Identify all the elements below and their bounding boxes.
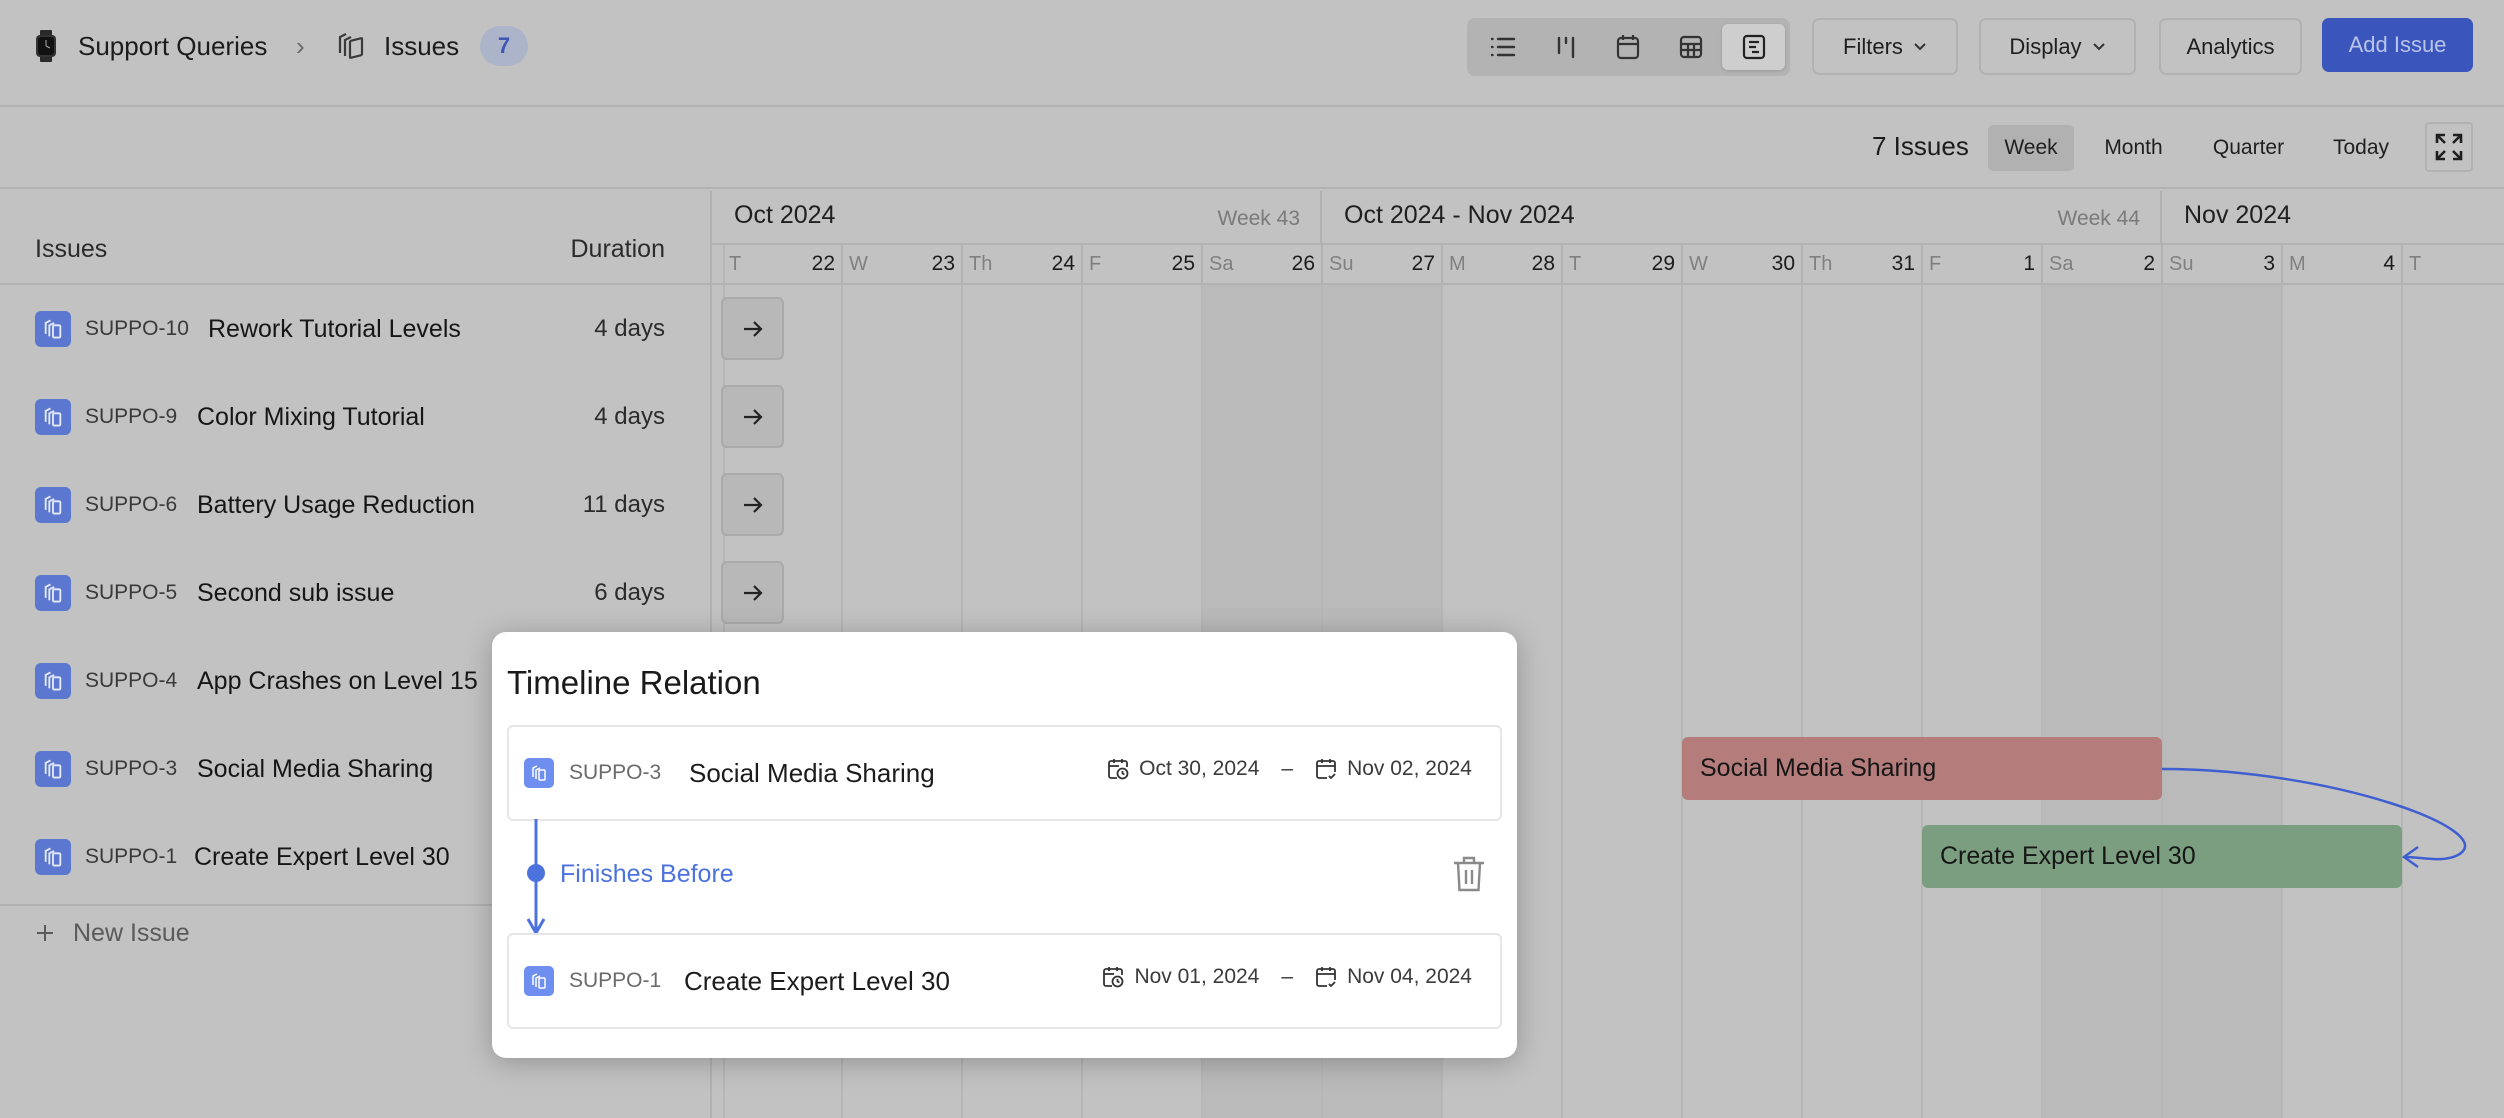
issue-row[interactable]: SUPPO-10 Rework Tutorial Levels 4 days (0, 285, 710, 373)
layout-list-button[interactable] (1472, 24, 1535, 70)
column-header-duration: Duration (570, 235, 666, 263)
source-end-date[interactable]: Nov 02, 2024 (1347, 757, 1472, 781)
chevron-down-icon (2092, 42, 2105, 50)
target-start-date[interactable]: Nov 01, 2024 (1134, 965, 1259, 989)
target-issue-id: SUPPO-1 (569, 969, 662, 992)
issue-id: SUPPO-1 (85, 845, 178, 868)
issue-type-icon (35, 839, 71, 875)
start-date-icon (1103, 967, 1124, 988)
issue-duration: 11 days (582, 491, 665, 518)
issue-list-header: Issues Duration (0, 191, 710, 285)
layout-calendar-button[interactable] (1597, 24, 1660, 70)
issue-id: SUPPO-4 (85, 669, 178, 692)
list-icon (1491, 37, 1516, 57)
issue-type-icon (35, 311, 71, 347)
timeline-toolbar: 7 Issues Week Month Quarter Today (0, 109, 2504, 189)
delete-relation-button[interactable] (1451, 854, 1487, 894)
add-issue-button[interactable]: Add Issue (2322, 18, 2473, 72)
analytics-button[interactable]: Analytics (2159, 18, 2302, 75)
issues-count: 7 Issues (1872, 131, 1969, 161)
gantt-icon (1742, 34, 1765, 60)
end-date-icon (1316, 759, 1336, 780)
issue-id: SUPPO-9 (85, 405, 178, 428)
spreadsheet-icon (1679, 35, 1703, 59)
trash-icon (1454, 856, 1484, 892)
end-date-icon (1316, 967, 1336, 988)
timeline-relation-popup: Timeline Relation SUPPO-3 Social Media S… (492, 632, 1517, 1058)
target-end-date[interactable]: Nov 04, 2024 (1347, 965, 1472, 989)
breadcrumb-issues[interactable]: Issues (336, 27, 459, 65)
issue-type-icon (524, 966, 554, 996)
relation-target-card[interactable]: SUPPO-1 Create Expert Level 30 Nov 01, 2… (507, 933, 1502, 1029)
start-date-icon (1108, 759, 1129, 780)
layout-spreadsheet-button[interactable] (1660, 24, 1723, 70)
range-month-button[interactable]: Month (2086, 125, 2181, 171)
target-dates: Nov 01, 2024 – Nov 04, 2024 (1102, 965, 1472, 989)
issue-title[interactable]: Create Expert Level 30 (194, 843, 450, 872)
issue-title[interactable]: Color Mixing Tutorial (197, 403, 425, 432)
popup-title: Timeline Relation (507, 664, 761, 701)
filters-label: Filters (1843, 33, 1903, 59)
filters-button[interactable]: Filters (1812, 18, 1958, 75)
issue-type-icon (35, 751, 71, 787)
issue-type-icon (35, 663, 71, 699)
issue-id: SUPPO-10 (85, 317, 189, 340)
issue-type-icon (35, 399, 71, 435)
source-start-date[interactable]: Oct 30, 2024 (1139, 757, 1259, 781)
issue-row[interactable]: SUPPO-9 Color Mixing Tutorial 4 days (0, 373, 710, 461)
section-name: Issues (384, 30, 460, 61)
issue-title[interactable]: App Crashes on Level 15 (197, 667, 478, 696)
top-header: Support Queries › Issues 7 Filters Displ… (0, 0, 2504, 107)
issue-row[interactable]: SUPPO-5 Second sub issue 6 days (0, 549, 710, 637)
issue-id: SUPPO-5 (85, 581, 178, 604)
relation-connector-icon (526, 819, 546, 937)
issue-duration: 4 days (594, 315, 665, 342)
display-label: Display (2009, 33, 2082, 59)
range-week-button[interactable]: Week (1988, 125, 2074, 171)
range-quarter-button[interactable]: Quarter (2196, 125, 2301, 171)
plus-icon (37, 925, 53, 941)
project-watch-icon (34, 30, 58, 62)
issue-type-icon (524, 758, 554, 788)
source-issue-id: SUPPO-3 (569, 761, 662, 784)
issue-type-icon (35, 575, 71, 611)
issue-row[interactable]: SUPPO-6 Battery Usage Reduction 11 days (0, 461, 710, 549)
today-button[interactable]: Today (2320, 125, 2402, 171)
issue-duration: 6 days (594, 579, 665, 606)
layout-kanban-button[interactable] (1535, 24, 1598, 70)
issues-stack-icon (336, 31, 366, 61)
kanban-icon (1557, 36, 1575, 59)
issue-id: SUPPO-6 (85, 493, 178, 516)
date-separator: – (1281, 965, 1294, 988)
issue-title[interactable]: Rework Tutorial Levels (208, 315, 461, 344)
new-issue-label: New Issue (73, 918, 190, 947)
target-issue-title: Create Expert Level 30 (684, 966, 950, 996)
project-name: Support Queries (78, 30, 268, 61)
chevron-down-icon (1914, 42, 1926, 50)
display-button[interactable]: Display (1979, 18, 2136, 75)
issue-id: SUPPO-3 (85, 757, 178, 780)
column-header-issues: Issues (35, 235, 108, 263)
issue-type-icon (35, 487, 71, 523)
expand-icon (2435, 133, 2463, 161)
breadcrumb-project[interactable]: Support Queries (34, 27, 267, 65)
layout-gantt-button[interactable] (1722, 24, 1785, 70)
issue-title[interactable]: Social Media Sharing (197, 755, 433, 784)
issue-duration: 4 days (594, 403, 665, 430)
date-separator: – (1281, 757, 1294, 780)
relation-source-card[interactable]: SUPPO-3 Social Media Sharing Oct 30, 202… (507, 725, 1502, 821)
issue-count-badge: 7 (480, 26, 528, 66)
relation-type[interactable]: Finishes Before (560, 860, 734, 889)
source-issue-title: Social Media Sharing (689, 758, 935, 788)
issue-title[interactable]: Second sub issue (197, 579, 394, 608)
calendar-icon (1617, 35, 1640, 60)
source-dates: Oct 30, 2024 – Nov 02, 2024 (1107, 757, 1472, 781)
layout-switcher (1467, 18, 1790, 76)
breadcrumb-separator: › (296, 30, 305, 61)
issue-title[interactable]: Battery Usage Reduction (197, 491, 475, 520)
new-issue-button[interactable]: New Issue (35, 913, 190, 953)
fullscreen-button[interactable] (2425, 122, 2473, 172)
